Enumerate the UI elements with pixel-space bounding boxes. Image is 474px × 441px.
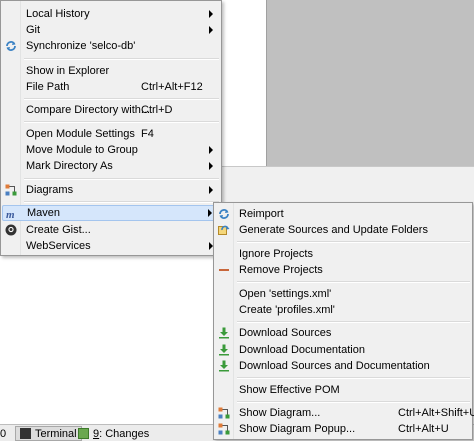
diagram-icon [218,407,230,419]
submenu-arrow-icon [209,186,213,194]
menu-item-label: Compare Directory with... [26,104,151,116]
menu-separator [24,98,219,100]
menu-item-local-history[interactable]: Local History [2,6,220,22]
diagram-icon [218,423,230,435]
menu-item-webservices[interactable]: WebServices [2,238,220,254]
menu-item-download-sources[interactable]: Download Sources [215,325,471,341]
menu-item-label: Show Diagram... [239,407,321,419]
menu-separator [24,178,219,180]
menu-item-shortcut: Ctrl+Alt+Shift+U [398,407,474,419]
menu-item-label: File Path [26,81,70,93]
menu-item-label: Move Module to Group [26,144,138,156]
menu-item-open-settings-xml[interactable]: Open 'settings.xml' [215,286,471,302]
svg-text:m: m [6,209,15,220]
menu-item-create-gist[interactable]: Create Gist... [2,222,220,238]
menu-item-label: Create 'profiles.xml' [239,304,335,316]
sync-icon [5,40,17,52]
menu-item-open-module-settings[interactable]: Open Module Settings F4 [2,126,220,142]
menu-item-mark-directory[interactable]: Mark Directory As [2,158,220,174]
menu-item-show-effective-pom[interactable]: Show Effective POM [215,382,471,398]
submenu-arrow-icon [209,146,213,154]
menu-item-label: Show Effective POM [239,384,340,396]
menu-item-label: Maven [27,207,61,219]
menu-item-label: Open 'settings.xml' [239,288,332,300]
menu-item-file-path[interactable]: File Path Ctrl+Alt+F12 [2,79,220,95]
menu-item-shortcut: Ctrl+Alt+F12 [141,81,203,93]
menu-item-label: Diagrams [26,184,74,196]
menu-separator [24,58,219,60]
menu-item-label: Create Gist... [26,224,91,236]
menu-item-label: Download Documentation [239,344,365,356]
statusbar-left-fragment: 0 [0,427,7,440]
menu-item-shortcut: Ctrl+D [141,104,173,116]
reimport-icon [218,208,230,220]
context-menu: Local History Git Synchronize 'selco-db'… [0,0,222,256]
menu-item-move-module[interactable]: Move Module to Group [2,142,220,158]
menu-item-reimport[interactable]: Reimport [215,206,471,222]
maven-icon: m [6,208,18,220]
download-icon [218,360,230,372]
menu-item-remove-projects[interactable]: Remove Projects [215,262,471,278]
menu-separator [237,321,470,323]
menu-separator [24,201,219,203]
menu-item-label: Show Diagram Popup... [239,423,356,435]
download-icon [218,327,230,339]
diagram-icon [5,184,17,196]
menu-item-label: Git [26,24,41,36]
menu-item-diagrams[interactable]: Diagrams [2,182,220,198]
submenu-arrow-icon [209,162,213,170]
changes-tab[interactable]: 9: Changes [74,426,153,441]
terminal-tab[interactable]: Terminal [15,426,82,441]
submenu-arrow-icon [209,26,213,34]
menu-item-label: Download Sources and Documentation [239,360,430,372]
maven-submenu: Reimport Generate Sources and Update Fol… [213,202,474,440]
menu-gutter [214,203,234,439]
menu-item-compare-directory[interactable]: Compare Directory with... Ctrl+D [2,102,220,118]
menu-item-download-documentation[interactable]: Download Documentation [215,342,471,358]
menu-item-label: Open Module Settings [26,128,135,140]
github-icon [5,224,17,236]
menu-item-label: Remove Projects [239,264,323,276]
menu-item-synchronize[interactable]: Synchronize 'selco-db' [2,38,220,54]
changes-tab-label: : Changes [99,427,150,440]
menu-separator [237,401,470,403]
menu-item-maven[interactable]: m Maven [2,205,220,221]
menu-item-generate-sources[interactable]: Generate Sources and Update Folders [215,222,471,238]
menu-item-shortcut: Ctrl+Alt+U [398,423,449,435]
generate-sources-icon [218,224,230,236]
menu-item-label: Ignore Projects [239,248,313,260]
download-icon [218,344,230,356]
terminal-icon [20,428,31,439]
menu-separator [237,241,470,243]
menu-separator [24,121,219,123]
menu-item-label: Show in Explorer [26,65,110,77]
submenu-arrow-icon [208,209,212,217]
menu-item-label: Generate Sources and Update Folders [239,224,428,236]
editor-area [266,0,474,166]
menu-item-shortcut: F4 [141,128,154,140]
menu-item-download-both[interactable]: Download Sources and Documentation [215,358,471,374]
menu-item-label: Mark Directory As [26,160,113,172]
menu-separator [237,281,470,283]
menu-separator [237,377,470,379]
menu-item-label: Local History [26,8,90,20]
menu-item-create-profiles-xml[interactable]: Create 'profiles.xml' [215,302,471,318]
menu-item-show-diagram-popup[interactable]: Show Diagram Popup... Ctrl+Alt+U [215,421,471,437]
menu-item-show-in-explorer[interactable]: Show in Explorer [2,63,220,79]
menu-item-git[interactable]: Git [2,22,220,38]
menu-item-label: Download Sources [239,327,332,339]
menu-item-label: Reimport [239,208,284,220]
menu-item-label: Synchronize 'selco-db' [26,40,136,52]
terminal-tab-label: Terminal [35,427,77,440]
menu-item-label: WebServices [26,240,91,252]
changes-icon [78,428,89,439]
menu-item-ignore-projects[interactable]: Ignore Projects [215,246,471,262]
remove-icon [218,264,230,276]
submenu-arrow-icon [209,10,213,18]
menu-item-show-diagram[interactable]: Show Diagram... Ctrl+Alt+Shift+U [215,405,474,421]
